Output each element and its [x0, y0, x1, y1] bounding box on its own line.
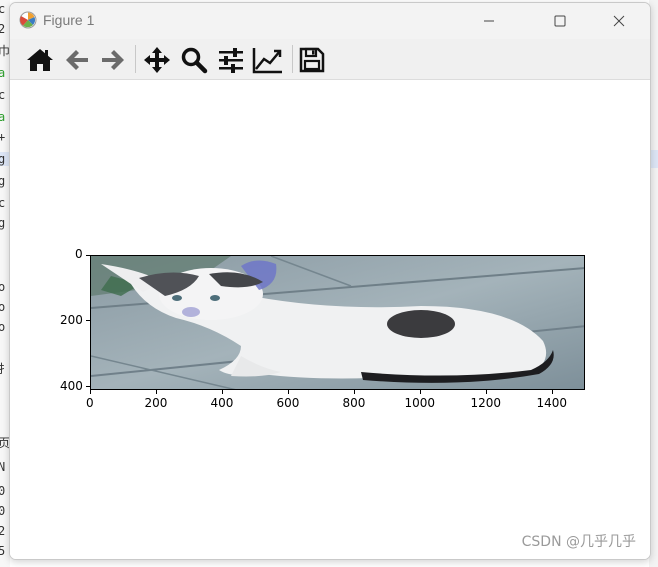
kitten-image — [91, 256, 584, 389]
x-tick-label: 1000 — [404, 396, 436, 410]
edit-axes-button[interactable] — [252, 44, 284, 76]
x-tick-label: 600 — [276, 396, 300, 410]
edit-axes-icon — [252, 48, 282, 74]
home-icon — [27, 49, 53, 71]
x-tick-mark — [485, 390, 487, 394]
maximize-button[interactable] — [537, 3, 583, 39]
y-tick-mark — [86, 386, 90, 388]
x-tick-label: 400 — [210, 396, 234, 410]
x-tick-label: 200 — [144, 396, 168, 410]
zoom-icon — [181, 47, 208, 74]
close-icon — [613, 15, 625, 27]
x-tick-mark — [551, 390, 553, 394]
image-axes[interactable] — [90, 255, 585, 390]
x-tick-mark — [155, 390, 157, 394]
toolbar-separator — [135, 45, 136, 73]
x-tick-label: 800 — [342, 396, 366, 410]
y-tick-mark — [86, 320, 90, 322]
x-tick-label: 0 — [86, 396, 94, 410]
maximize-icon — [554, 15, 566, 27]
window-title: Figure 1 — [43, 12, 95, 28]
home-button[interactable] — [24, 44, 56, 76]
forward-button[interactable] — [97, 44, 129, 76]
save-icon — [299, 47, 325, 73]
x-tick-mark — [353, 390, 355, 394]
y-tick-label: 0 — [75, 247, 83, 261]
matplotlib-app-icon — [19, 11, 37, 29]
x-tick-label: 1400 — [536, 396, 568, 410]
back-arrow-icon — [66, 50, 88, 70]
toolbar-separator — [292, 45, 293, 73]
y-tick-label: 400 — [60, 378, 83, 393]
minimize-button[interactable] — [466, 3, 512, 39]
subplots-icon — [219, 48, 243, 73]
pan-button[interactable] — [141, 44, 173, 76]
x-tick-mark — [89, 390, 91, 394]
y-tick-mark — [86, 254, 90, 256]
x-tick-mark — [419, 390, 421, 394]
back-button[interactable] — [61, 44, 93, 76]
x-tick-mark — [287, 390, 289, 394]
title-bar[interactable]: Figure 1 — [10, 3, 650, 39]
configure-subplots-button[interactable] — [215, 44, 247, 76]
figure-window[interactable]: Figure 1 0 200 400 600 800 1000 1200 140… — [9, 2, 651, 560]
close-button[interactable] — [596, 3, 642, 39]
forward-arrow-icon — [102, 50, 124, 70]
watermark: CSDN @几乎几乎 — [521, 534, 636, 550]
x-tick-mark — [221, 390, 223, 394]
x-tick-label: 1200 — [470, 396, 502, 410]
minimize-icon — [484, 20, 494, 22]
y-tick-label: 200 — [60, 312, 83, 327]
save-button[interactable] — [296, 44, 328, 76]
figure-canvas[interactable]: 0 200 400 600 800 1000 1200 1400 0 200 400 — [10, 80, 650, 559]
navigation-toolbar — [10, 39, 650, 80]
zoom-button[interactable] — [178, 44, 210, 76]
pan-icon — [144, 47, 170, 73]
